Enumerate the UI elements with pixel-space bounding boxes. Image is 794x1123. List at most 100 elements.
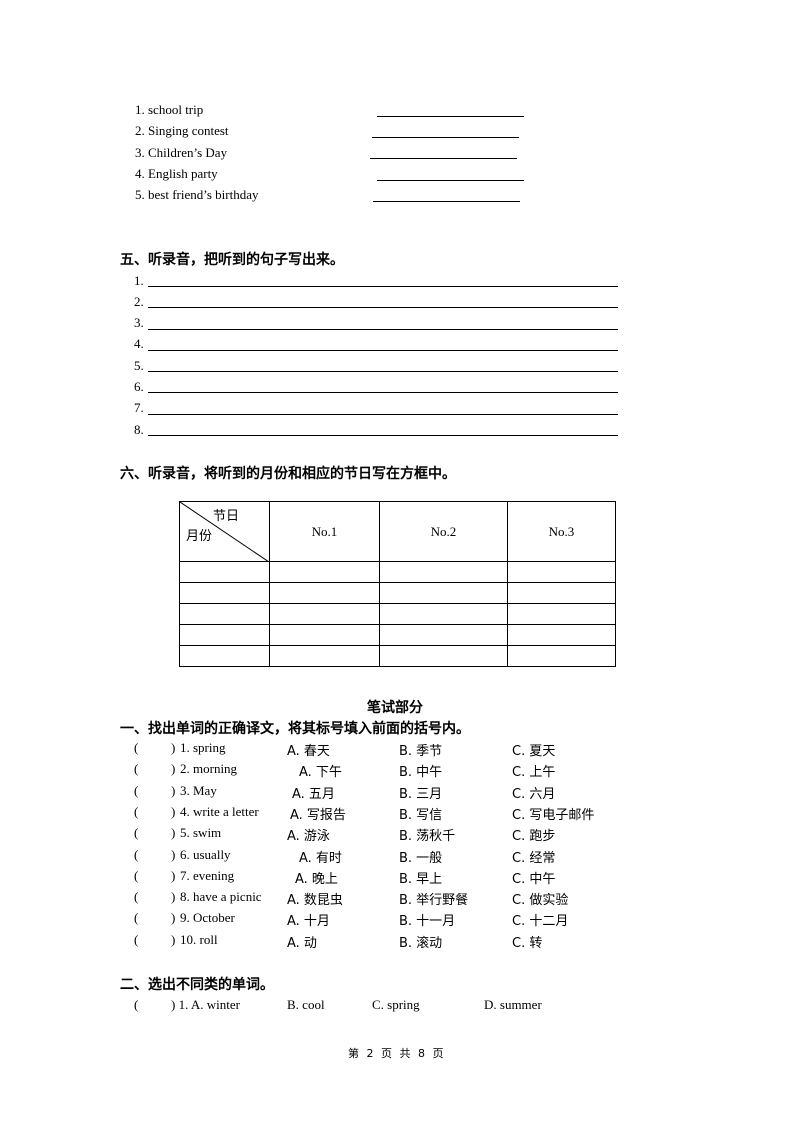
line-number: 7. <box>134 400 144 415</box>
answer-paren-open[interactable]: ( <box>134 847 138 863</box>
line-number: 4. <box>134 336 144 351</box>
sentence-blank[interactable] <box>148 329 618 330</box>
sentence-blank[interactable] <box>148 350 618 351</box>
option-c: C. 中午 <box>512 871 556 887</box>
question-word: 8. have a picnic <box>180 889 262 905</box>
option-c: C. 跑步 <box>512 829 556 845</box>
answer-paren-open[interactable]: ( <box>134 932 138 948</box>
option-b: B. 早上 <box>399 871 443 887</box>
column-header: No.3 <box>507 501 616 562</box>
answer-paren-close: ) <box>171 867 176 883</box>
answer-blank[interactable] <box>373 201 520 202</box>
table-cell[interactable] <box>507 624 616 646</box>
answer-blank[interactable] <box>372 137 519 138</box>
answer-paren-close: ) <box>171 997 176 1012</box>
table-cell[interactable] <box>507 645 616 667</box>
table-cell[interactable] <box>507 603 616 625</box>
answer-paren-close: ) <box>171 825 176 841</box>
sentence-blank[interactable] <box>148 286 618 287</box>
table-cell[interactable] <box>269 645 380 667</box>
line-number: 3. <box>134 315 144 330</box>
table-cell[interactable] <box>379 561 508 583</box>
option-b: B. 荡秋千 <box>399 829 456 845</box>
answer-paren-close: ) <box>171 910 176 926</box>
option-a: A. 游泳 <box>287 829 330 845</box>
option-a: A. 春天 <box>287 744 330 759</box>
option-a: A. 数昆虫 <box>287 893 343 909</box>
option-a: A. 写报告 <box>290 807 346 823</box>
option-b: B. 举行野餐 <box>399 893 469 909</box>
option-c: C. 六月 <box>512 786 556 802</box>
question-word: 4. write a letter <box>180 803 259 819</box>
question-word: 5. swim <box>180 825 222 841</box>
table-cell[interactable] <box>269 624 380 646</box>
sentence-blank[interactable] <box>148 307 618 308</box>
answer-paren-close: ) <box>171 803 176 819</box>
table-cell[interactable] <box>179 561 270 583</box>
sentence-blank[interactable] <box>148 435 618 436</box>
option-a: A. winter <box>190 997 240 1012</box>
table-cell[interactable] <box>269 561 380 583</box>
sentence-blank[interactable] <box>148 392 618 393</box>
table-cell[interactable] <box>379 645 508 667</box>
option-b: B. 中午 <box>399 765 443 781</box>
answer-paren-open[interactable]: ( <box>134 761 138 777</box>
answer-paren-open[interactable]: ( <box>134 740 138 756</box>
answer-paren-open[interactable]: ( <box>134 889 138 905</box>
table-cell[interactable] <box>379 603 508 625</box>
table-cell[interactable] <box>269 603 380 625</box>
sentence-blank[interactable] <box>148 371 618 372</box>
answer-paren-open[interactable]: ( <box>134 783 138 799</box>
table-cell[interactable] <box>179 624 270 646</box>
answer-paren-close: ) <box>171 782 176 798</box>
answer-blank[interactable] <box>377 180 524 181</box>
answer-paren-open[interactable]: ( <box>134 910 138 926</box>
option-c: C. 夏天 <box>512 744 556 759</box>
option-a: A. 五月 <box>292 786 335 802</box>
column-header: No.2 <box>379 501 508 562</box>
option-c: C. 经常 <box>512 850 556 866</box>
answer-blank[interactable] <box>370 158 517 159</box>
answer-paren-close: ) <box>171 931 176 947</box>
option-a: A. 动 <box>287 935 317 951</box>
table-row <box>179 561 616 583</box>
question-word: 2. morning <box>180 761 238 777</box>
list-item: 2. Singing contest <box>135 123 229 138</box>
sentence-blank[interactable] <box>148 414 618 415</box>
option-c: C. 写电子邮件 <box>512 807 595 823</box>
corner-label-festival: 节日 <box>212 509 239 524</box>
option-c: C. 十二月 <box>512 914 569 930</box>
table-header-row: 节日 月份 No.1 No.2 No.3 <box>179 501 616 562</box>
table-cell[interactable] <box>379 624 508 646</box>
option-c: C. 上午 <box>512 765 556 781</box>
festival-table: 节日 月份 No.1 No.2 No.3 <box>179 501 616 667</box>
line-number: 8. <box>134 422 144 437</box>
part2-heading: 二、选出不同类的单词。 <box>120 977 274 993</box>
question-number: ) 1. A. winter <box>171 997 240 1013</box>
table-cell[interactable] <box>507 561 616 583</box>
corner-label-month: 月份 <box>186 529 213 544</box>
answer-paren-close: ) <box>171 889 176 905</box>
option-b: B. 滚动 <box>399 935 443 951</box>
answer-paren-open[interactable]: ( <box>134 997 138 1013</box>
table-cell[interactable] <box>179 645 270 667</box>
answer-blank[interactable] <box>377 116 524 117</box>
table-row <box>179 645 616 667</box>
answer-paren-open[interactable]: ( <box>134 804 138 820</box>
table-cell[interactable] <box>179 582 270 604</box>
page-number: 第 2 页 共 8 页 <box>348 1047 446 1060</box>
written-part-title: 笔试部分 <box>367 700 423 716</box>
question-word: 9. October <box>180 910 235 926</box>
table-cell[interactable] <box>507 582 616 604</box>
table-row <box>179 582 616 604</box>
answer-paren-open[interactable]: ( <box>134 825 138 841</box>
table-cell[interactable] <box>379 582 508 604</box>
option-c: C. spring <box>372 997 420 1012</box>
table-cell[interactable] <box>179 603 270 625</box>
answer-paren-close: ) <box>171 740 176 755</box>
option-a: A. 十月 <box>287 914 330 930</box>
table-row <box>179 603 616 625</box>
option-c: C. 转 <box>512 935 543 951</box>
table-cell[interactable] <box>269 582 380 604</box>
answer-paren-open[interactable]: ( <box>134 868 138 884</box>
